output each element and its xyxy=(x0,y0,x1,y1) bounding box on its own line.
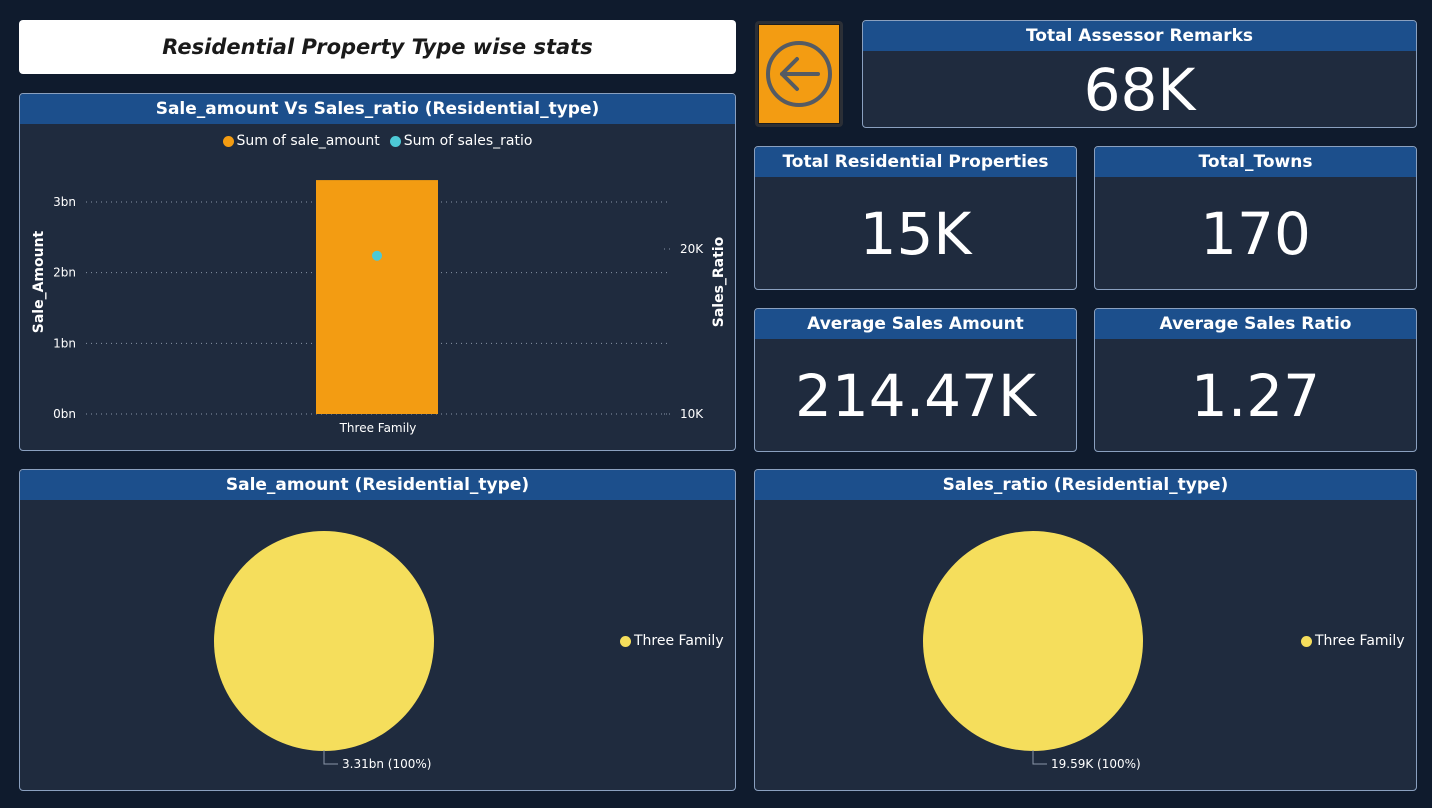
kpi-value: 68K xyxy=(1083,56,1196,124)
y-tick-label-left: 1bn xyxy=(53,336,76,350)
kpi-card-title: Average Sales Amount xyxy=(755,309,1076,339)
kpi-card-towns: Total_Towns 170 xyxy=(1094,146,1417,290)
kpi-card-title: Total Residential Properties xyxy=(755,147,1076,177)
x-tick-label: Three Family xyxy=(339,421,417,435)
point-sales-ratio[interactable] xyxy=(372,250,382,261)
kpi-card-residential-properties: Total Residential Properties 15K xyxy=(754,146,1077,290)
kpi-card-title: Total_Towns xyxy=(1095,147,1416,177)
legend-label: Three Family xyxy=(634,633,724,649)
y-tick-label-left: 0bn xyxy=(53,407,76,421)
chart-title: Sale_amount (Residential_type) xyxy=(20,470,735,500)
kpi-value: 15K xyxy=(859,200,972,268)
legend-item-sale-amount[interactable]: Sum of sale_amount xyxy=(222,133,380,149)
pie-data-label: 19.59K (100%) xyxy=(1051,757,1141,771)
y-tick-label-left: 3bn xyxy=(53,195,76,209)
kpi-card-title: Average Sales Ratio xyxy=(1095,309,1416,339)
y-tick-label-right: 10K xyxy=(680,407,704,421)
legend-label: Three Family xyxy=(1315,633,1405,649)
legend-item-sales-ratio[interactable]: Sum of sales_ratio xyxy=(389,133,533,149)
pie-slice[interactable] xyxy=(214,531,434,751)
pie-legend-item[interactable]: Three Family xyxy=(1301,633,1405,649)
pie-legend-item[interactable]: Three Family xyxy=(620,633,724,649)
arrow-left-circle-icon xyxy=(766,41,832,107)
y-tick-label-left: 2bn xyxy=(53,266,76,280)
y-tick-label-right: 20K xyxy=(680,242,704,256)
combo-chart-panel: Sale_amount Vs Sales_ratio (Residential_… xyxy=(19,93,736,451)
legend-label: Sum of sales_ratio xyxy=(403,133,533,149)
pie-chart-sales-ratio-panel: Sales_ratio (Residential_type) 19.59K (1… xyxy=(754,469,1417,791)
legend-dot-icon xyxy=(620,635,631,647)
chart-legend: Sum of sale_amount Sum of sales_ratio xyxy=(20,133,735,149)
legend-dot-icon xyxy=(389,135,401,147)
kpi-value: 214.47K xyxy=(795,362,1036,430)
combo-chart-plot: 0bn 1bn 2bn 3bn 10K 20K Three Family Sale_Am… xyxy=(31,180,727,435)
kpi-card-avg-sales-amount: Average Sales Amount 214.47K xyxy=(754,308,1077,452)
kpi-value: 170 xyxy=(1200,200,1311,268)
y-axis-title-right: Sales_Ratio xyxy=(711,236,727,327)
pie-data-label: 3.31bn (100%) xyxy=(342,757,431,771)
back-button[interactable] xyxy=(755,21,843,127)
bar-sale-amount[interactable] xyxy=(316,180,438,414)
pie-slice[interactable] xyxy=(923,531,1143,751)
pie-chart-sale-amount-panel: Sale_amount (Residential_type) 3.31bn (1… xyxy=(19,469,736,791)
legend-dot-icon xyxy=(222,135,234,147)
legend-dot-icon xyxy=(1301,635,1312,647)
kpi-value: 1.27 xyxy=(1190,362,1321,430)
chart-title: Sales_ratio (Residential_type) xyxy=(755,470,1416,500)
y-axis-title-left: Sale_Amount xyxy=(31,230,47,333)
legend-label: Sum of sale_amount xyxy=(236,133,380,149)
kpi-card-assessor-remarks: Total Assessor Remarks 68K xyxy=(862,20,1417,128)
page-title: Residential Property Type wise stats xyxy=(19,20,736,74)
chart-title: Sale_amount Vs Sales_ratio (Residential_… xyxy=(20,94,735,124)
kpi-card-title: Total Assessor Remarks xyxy=(863,21,1416,51)
kpi-card-avg-sales-ratio: Average Sales Ratio 1.27 xyxy=(1094,308,1417,452)
